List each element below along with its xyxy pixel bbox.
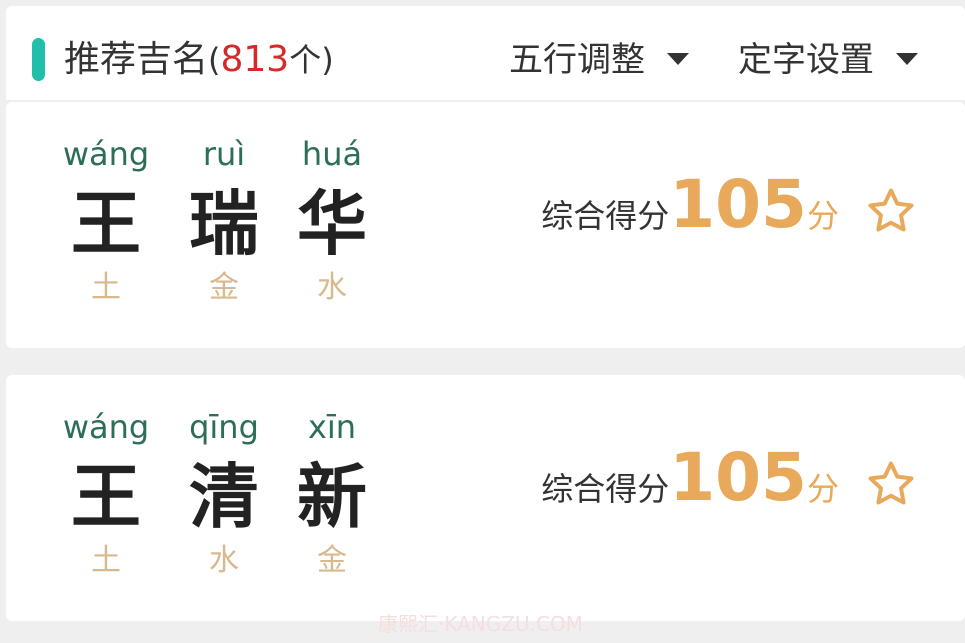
wuxing-element: 土 xyxy=(91,270,121,305)
score-unit: 分 xyxy=(806,197,839,235)
pinyin: huá xyxy=(301,135,363,173)
section-title-text: 推荐吉名 xyxy=(64,39,209,80)
name-count: 813 xyxy=(220,39,290,80)
count-close-paren: ) xyxy=(321,41,334,79)
score-label: 综合得分 xyxy=(541,470,670,508)
pinyin: wáng xyxy=(62,135,150,173)
score-value: 105 xyxy=(669,166,807,243)
wuxing-element: 土 xyxy=(91,543,121,578)
hanzi: 华 xyxy=(297,183,367,265)
wuxing-adjust-dropdown[interactable]: 五行调整 xyxy=(509,36,689,84)
caret-down-icon xyxy=(896,52,918,65)
score-value: 105 xyxy=(669,439,807,516)
wuxing-element: 水 xyxy=(209,543,239,578)
star-outline-icon[interactable] xyxy=(863,184,919,240)
caret-down-icon xyxy=(667,52,689,65)
section-title: 推荐吉名(813个) xyxy=(64,36,334,84)
count-unit: 个 xyxy=(289,41,322,79)
wuxing-element: 金 xyxy=(317,543,347,578)
wuxing-element: 水 xyxy=(317,270,347,305)
overall-score: 综合得分105分 xyxy=(541,166,839,243)
fixed-char-settings-dropdown[interactable]: 定字设置 xyxy=(738,36,918,84)
pinyin: wáng xyxy=(62,408,150,446)
hanzi: 新 xyxy=(297,456,367,538)
count-open-paren: ( xyxy=(208,41,221,79)
pinyin: qīng xyxy=(189,408,259,446)
overall-score: 综合得分105分 xyxy=(541,439,839,516)
hanzi: 王 xyxy=(71,183,141,265)
name-card[interactable]: wáng 王 土 ruì 瑞 金 huá 华 水 综合得分105分 xyxy=(6,102,965,348)
hanzi: 瑞 xyxy=(189,183,259,265)
wuxing-element: 金 xyxy=(209,270,239,305)
fixed-char-settings-label: 定字设置 xyxy=(738,40,874,80)
pinyin: ruì xyxy=(202,135,246,173)
pinyin: xīn xyxy=(307,408,357,446)
hanzi: 王 xyxy=(71,456,141,538)
wuxing-adjust-label: 五行调整 xyxy=(509,40,645,80)
score-unit: 分 xyxy=(806,470,839,508)
section-accent-bar xyxy=(32,38,45,81)
hanzi: 清 xyxy=(189,456,259,538)
score-label: 综合得分 xyxy=(541,197,670,235)
watermark: 康熙汇·KANGZU.COM xyxy=(378,612,583,636)
name-card[interactable]: wáng 王 土 qīng 清 水 xīn 新 金 综合得分105分 xyxy=(6,375,965,621)
star-outline-icon[interactable] xyxy=(863,457,919,513)
results-header: 推荐吉名(813个) 五行调整 定字设置 xyxy=(6,6,965,100)
